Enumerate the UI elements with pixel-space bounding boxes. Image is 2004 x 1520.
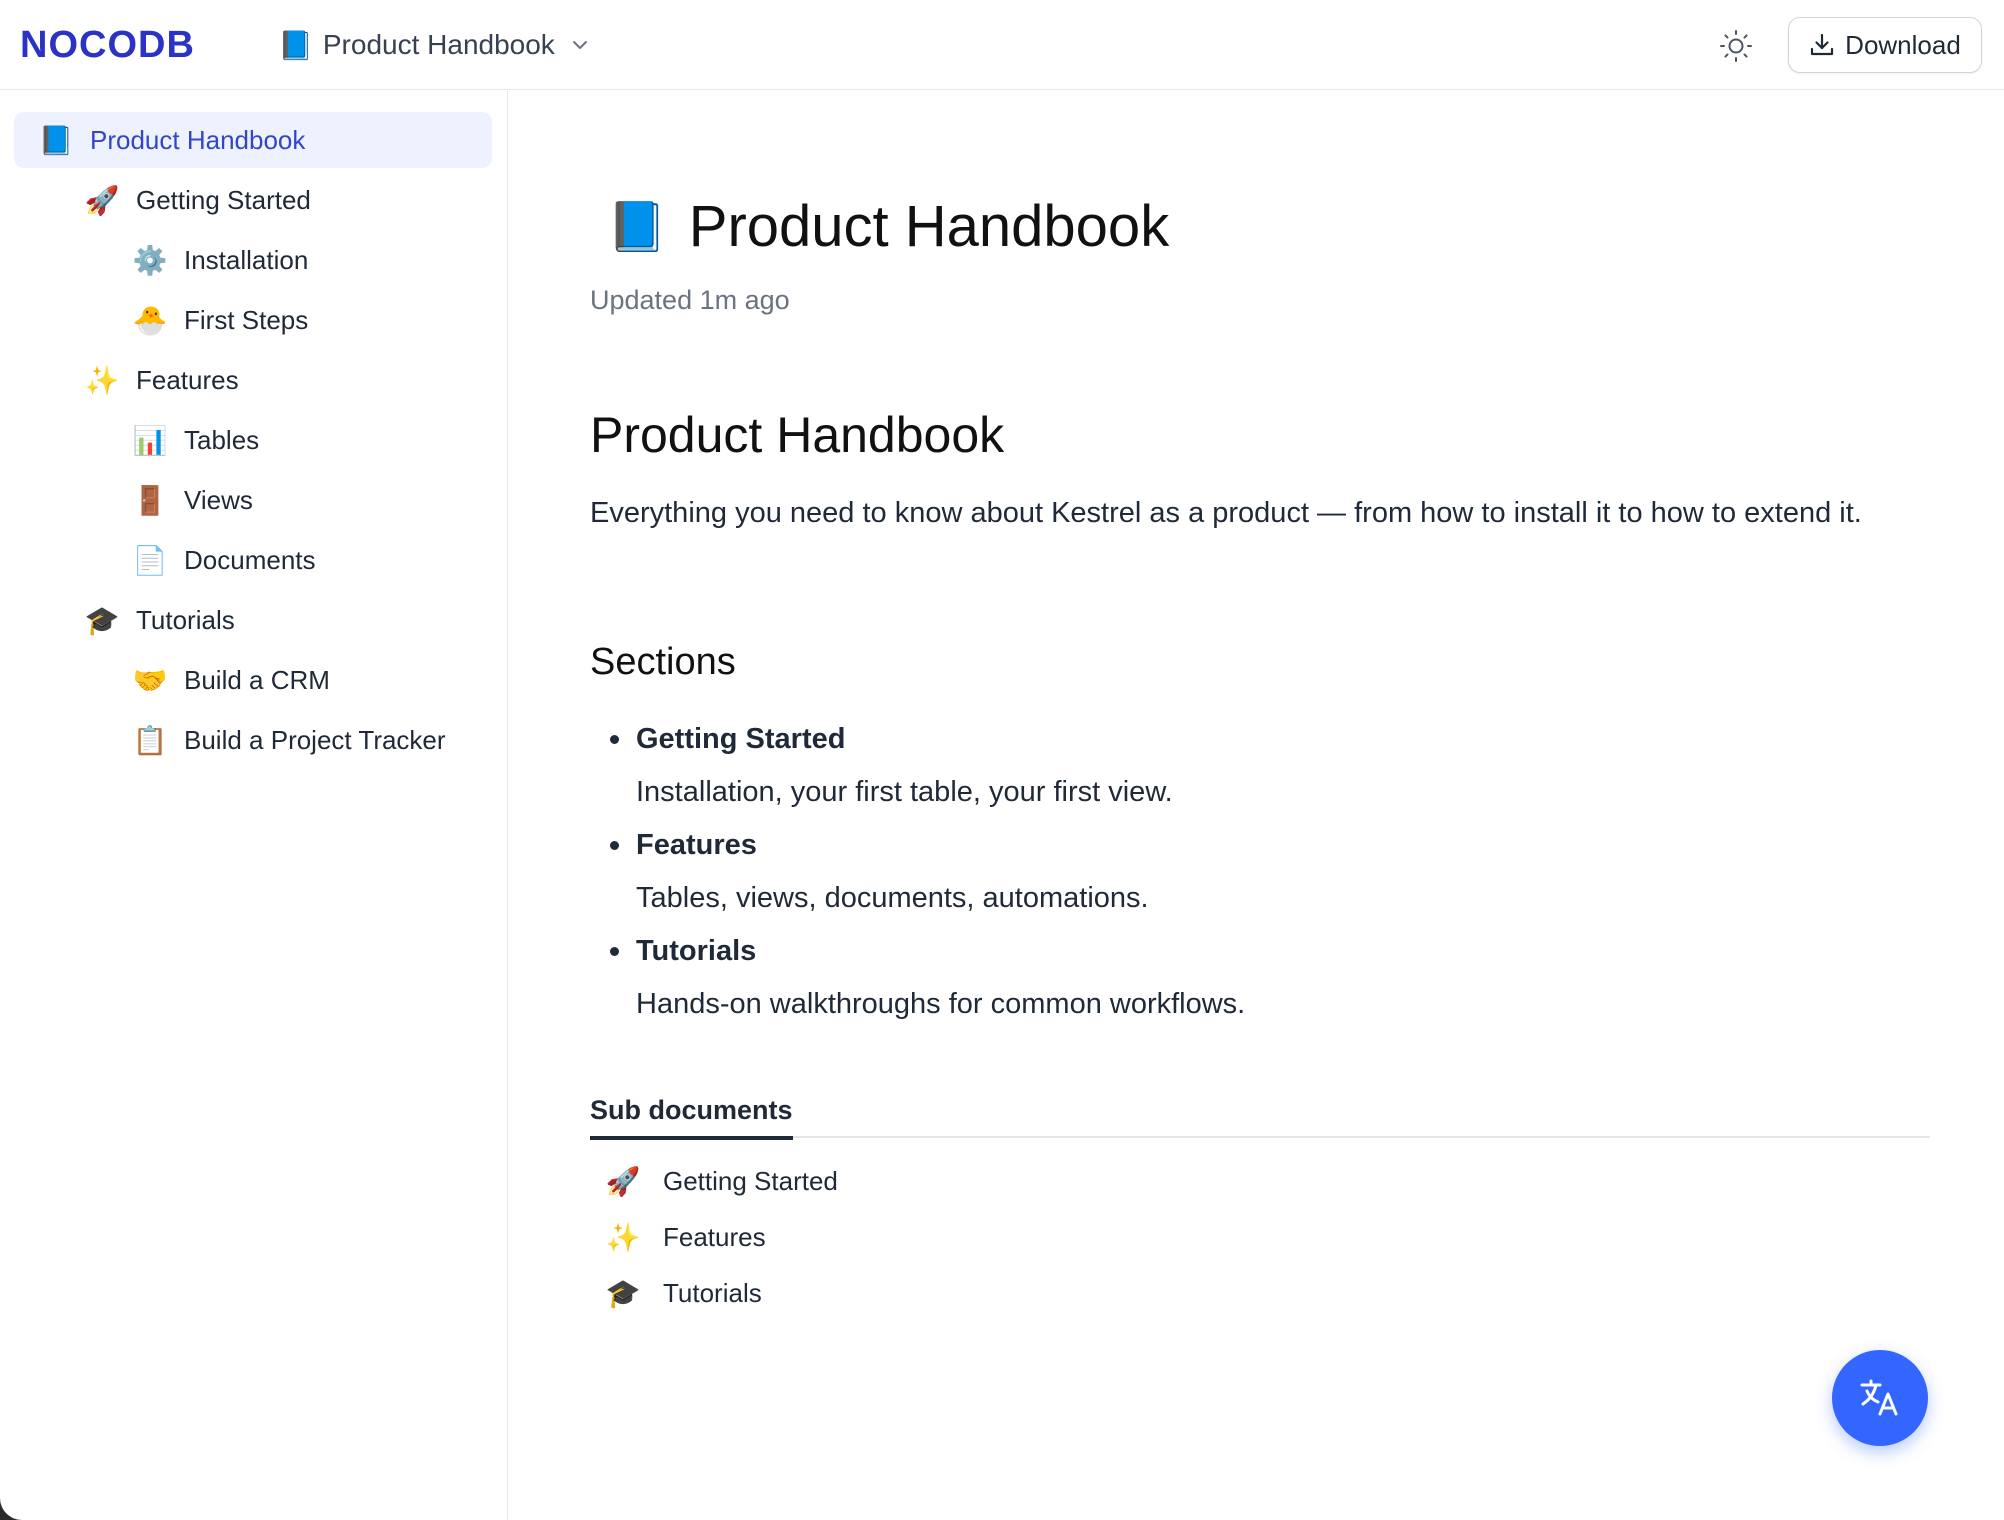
sub-document-label: Features [663, 1221, 766, 1252]
app-window: NOCODB 📘 Product Handbook Download 📘 Pro… [0, 0, 2004, 1520]
content-heading: Product Handbook [590, 407, 1005, 463]
sidebar-item-documents[interactable]: 📄 Documents [132, 532, 316, 588]
sidebar-item-label: Getting Started [136, 184, 311, 215]
sidebar-item-label: First Steps [184, 304, 309, 335]
chevron-down-icon [572, 41, 587, 49]
page-icon: 📄 [132, 543, 168, 577]
book-icon: 📘 [278, 28, 313, 62]
document-content: 📘 Product Handbook Updated 1m ago Produc… [509, 91, 2004, 1520]
svg-text:NOCODB: NOCODB [20, 24, 195, 64]
document-title[interactable]: 📘 Product Handbook [607, 193, 1169, 260]
section-description: Installation, your first table, your fir… [636, 776, 1173, 808]
rocket-icon: 🚀 [605, 1164, 641, 1198]
sections-list: Getting Started Installation, your first… [590, 713, 1890, 1031]
download-icon [1811, 33, 1834, 56]
document-title-text[interactable]: Product Handbook [689, 193, 1169, 260]
sidebar-item-views[interactable]: 🚪 Views [132, 472, 253, 528]
sidebar-item-product-handbook[interactable]: 📘 Product Handbook [14, 112, 492, 168]
sidebar: 📘 Product Handbook 🚀 Getting Started ⚙️ … [0, 91, 508, 1520]
book-icon[interactable]: 📘 [607, 198, 667, 255]
list-item: Features Tables, views, documents, autom… [590, 819, 1890, 925]
sidebar-item-first-steps[interactable]: 🐣 First Steps [132, 292, 309, 348]
sidebar-item-tables[interactable]: 📊 Tables [132, 412, 260, 468]
section-title: Getting Started [636, 723, 846, 755]
section-description: Tables, views, documents, automations. [636, 882, 1149, 914]
sub-document-tutorials[interactable]: 🎓 Tutorials [605, 1271, 762, 1315]
gear-icon: ⚙️ [132, 243, 168, 277]
sidebar-item-label: Product Handbook [90, 124, 306, 155]
breadcrumb-label: Product Handbook [322, 29, 555, 60]
section-title: Features [636, 829, 757, 861]
translate-button[interactable] [1832, 1350, 1928, 1446]
sidebar-item-features[interactable]: ✨ Features [84, 352, 239, 408]
clipboard-icon: 📋 [132, 723, 168, 757]
nocodb-logo[interactable]: NOCODB [20, 24, 210, 64]
sections-heading: Sections [590, 641, 736, 683]
sparkles-icon: ✨ [605, 1220, 641, 1254]
sidebar-item-label: Documents [184, 544, 316, 575]
section-title: Tutorials [636, 935, 757, 967]
sub-documents-tabs: Sub documents [590, 1095, 1930, 1140]
sidebar-item-label: Installation [184, 244, 309, 275]
translate-icon [1860, 1379, 1898, 1416]
door-icon: 🚪 [132, 483, 168, 517]
updated-timestamp: Updated 1m ago [590, 285, 790, 315]
sidebar-item-build-a-project-tracker[interactable]: 📋 Build a Project Tracker [132, 712, 446, 768]
graduation-cap-icon: 🎓 [84, 603, 120, 637]
download-button[interactable]: Download [1788, 17, 1982, 73]
list-item: Tutorials Hands-on walkthroughs for comm… [590, 925, 1890, 1031]
sub-document-features[interactable]: ✨ Features [605, 1215, 766, 1259]
sidebar-item-label: Views [184, 484, 253, 515]
sun-icon [1720, 30, 1752, 62]
sidebar-item-label: Tables [184, 424, 260, 455]
handshake-icon: 🤝 [132, 663, 168, 697]
breadcrumb[interactable]: 📘 Product Handbook [278, 24, 589, 66]
sidebar-item-tutorials[interactable]: 🎓 Tutorials [84, 592, 235, 648]
sidebar-item-label: Features [136, 364, 239, 395]
sidebar-item-getting-started[interactable]: 🚀 Getting Started [84, 172, 311, 228]
list-item: Getting Started Installation, your first… [590, 713, 1890, 819]
sub-document-label: Tutorials [663, 1277, 762, 1308]
graduation-cap-icon: 🎓 [605, 1276, 641, 1310]
sidebar-item-build-a-crm[interactable]: 🤝 Build a CRM [132, 652, 330, 708]
hatching-chick-icon: 🐣 [132, 303, 168, 337]
intro-paragraph: Everything you need to know about Kestre… [590, 497, 1862, 529]
tab-sub-documents[interactable]: Sub documents [590, 1095, 793, 1140]
sidebar-item-label: Build a Project Tracker [184, 724, 446, 755]
download-label: Download [1845, 29, 1961, 60]
bar-chart-icon: 📊 [132, 423, 168, 457]
rocket-icon: 🚀 [84, 183, 120, 217]
sub-document-label: Getting Started [663, 1165, 838, 1196]
sparkles-icon: ✨ [84, 363, 120, 397]
sidebar-item-label: Build a CRM [184, 664, 330, 695]
sub-document-getting-started[interactable]: 🚀 Getting Started [605, 1159, 838, 1203]
sidebar-item-label: Tutorials [136, 604, 235, 635]
book-icon: 📘 [38, 123, 74, 157]
theme-toggle-button[interactable] [1716, 26, 1756, 66]
section-description: Hands-on walkthroughs for common workflo… [636, 988, 1246, 1020]
top-bar: NOCODB 📘 Product Handbook Download [0, 0, 2004, 90]
sidebar-item-installation[interactable]: ⚙️ Installation [132, 232, 309, 288]
